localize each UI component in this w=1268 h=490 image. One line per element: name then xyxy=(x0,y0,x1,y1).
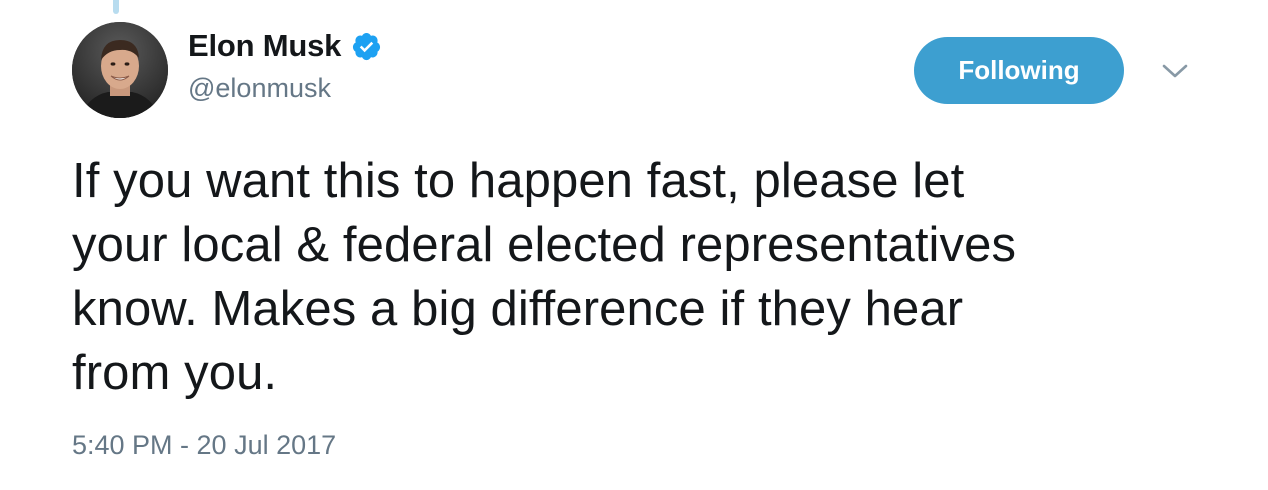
author-handle[interactable]: @elonmusk xyxy=(188,73,331,104)
tweet-text: If you want this to happen fast, please … xyxy=(72,154,1017,400)
tweet-timestamp[interactable]: 5:40 PM - 20 Jul 2017 xyxy=(72,430,336,461)
verified-badge-icon xyxy=(351,31,382,62)
following-button[interactable]: Following xyxy=(914,37,1124,104)
chevron-down-icon[interactable] xyxy=(1160,58,1190,84)
author-name-row: Elon Musk xyxy=(188,28,382,64)
thread-connector-line xyxy=(113,0,119,14)
avatar[interactable] xyxy=(72,22,168,118)
avatar-photo xyxy=(72,22,168,118)
author-display-name[interactable]: Elon Musk xyxy=(188,28,341,64)
